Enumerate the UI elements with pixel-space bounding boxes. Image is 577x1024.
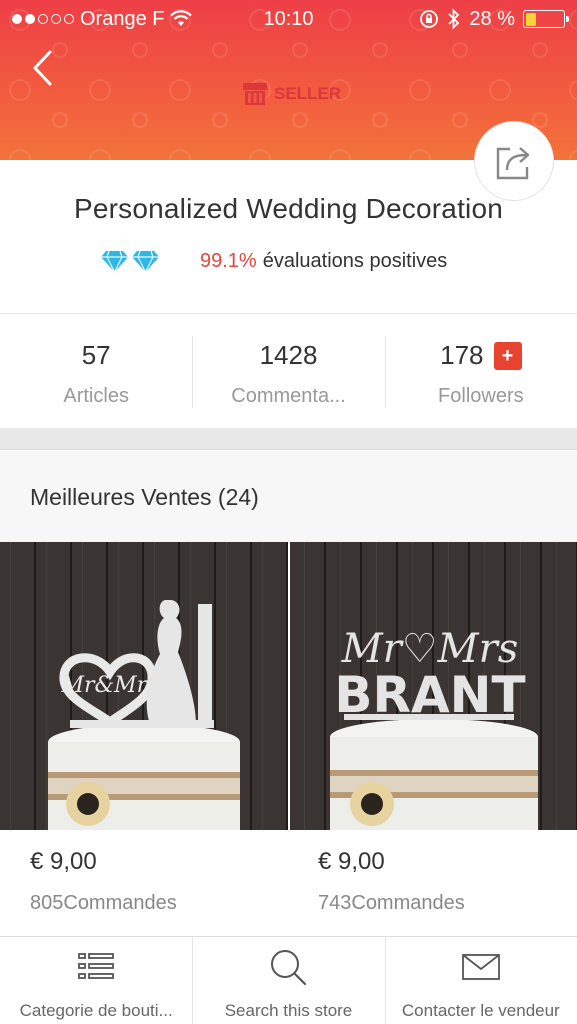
stat-label: Articles <box>63 385 129 407</box>
seller-level-diamonds <box>100 249 160 273</box>
tab-label: Search this store <box>224 1001 353 1020</box>
share-icon <box>496 147 530 180</box>
seller-label: SELLER <box>274 84 342 103</box>
product-card[interactable]: Mr&Mrs € 9,00 805Commandes <box>0 542 288 936</box>
store-name: Personalized Wedding Decoration <box>73 193 504 224</box>
product-orders: 805Commandes <box>30 892 177 914</box>
status-bar: Orange F 10:10 28 % <box>0 0 577 38</box>
status-right: 28 % <box>419 7 569 31</box>
stat-articles[interactable]: 57 Articles <box>0 314 192 428</box>
list-icon <box>78 953 115 979</box>
tab-search-store[interactable]: Search this store <box>192 937 384 1024</box>
stat-followers[interactable]: 178 + Followers <box>384 314 577 428</box>
seller-badge: SELLER <box>242 82 341 106</box>
stat-value: 57 <box>81 340 111 370</box>
topper-text: Mr&Mrs <box>61 673 159 698</box>
stat-value: 178 <box>440 340 484 370</box>
rating-row: 99.1% évaluations positives <box>100 249 447 273</box>
store-icon <box>243 83 267 105</box>
section-title: Meilleures Ventes (24) <box>30 484 259 510</box>
rating-percent: 99.1% <box>200 249 257 272</box>
product-image[interactable]: Mr&Mrs <box>0 542 288 830</box>
stat-value: 1428 <box>259 340 318 370</box>
search-icon <box>271 950 307 986</box>
battery-icon <box>523 10 569 28</box>
tab-store-categories[interactable]: Categorie de bouti... <box>0 937 192 1024</box>
tab-label: Categorie de bouti... <box>19 1001 173 1020</box>
product-price: € 9,00 <box>30 848 97 875</box>
product-card[interactable]: Mr♡Mrs BRANT € 9,00 743Commandes <box>288 542 577 936</box>
bottom-tab-bar: Categorie de bouti... Search this store … <box>0 936 577 1024</box>
chevron-left-icon <box>33 50 52 86</box>
cake-topper-photo: Mr&Mrs <box>0 542 288 830</box>
best-sellers-header: Meilleures Ventes (24) <box>0 451 577 542</box>
rotation-lock-icon <box>420 10 439 28</box>
tab-label: Contacter le vendeur <box>401 1001 560 1020</box>
product-orders: 743Commandes <box>318 892 465 914</box>
stat-label: Followers <box>438 385 524 407</box>
product-price: € 9,00 <box>318 848 385 875</box>
battery-level <box>525 12 536 26</box>
diamond-icon <box>132 250 159 273</box>
wifi-icon <box>170 10 193 26</box>
battery-percent: 28 % <box>469 7 515 30</box>
tab-contact-seller[interactable]: Contacter le vendeur <box>384 937 577 1024</box>
follow-button[interactable]: + <box>493 341 522 370</box>
status-left: Orange F <box>12 7 193 31</box>
share-button[interactable] <box>474 121 554 201</box>
diamond-icon <box>101 250 128 273</box>
stat-label: Commenta... <box>231 385 346 407</box>
cake-topper-photo: Mr♡Mrs BRANT <box>290 542 577 830</box>
back-button[interactable] <box>22 46 62 90</box>
store-stats: 57 Articles 1428 Commenta... 178 + Follo… <box>0 314 577 428</box>
section-separator <box>0 428 577 450</box>
carrier-name: Orange F <box>80 7 165 30</box>
stat-comments[interactable]: 1428 Commenta... <box>192 314 384 428</box>
rating-text: évaluations positives <box>262 249 448 272</box>
bluetooth-icon <box>448 8 460 30</box>
mail-icon <box>461 954 500 980</box>
signal-strength-icon <box>12 14 74 24</box>
product-image[interactable]: Mr♡Mrs BRANT <box>290 542 577 830</box>
product-grid: Mr&Mrs € 9,00 805Commandes Mr♡Mrs BRANT … <box>0 542 577 936</box>
